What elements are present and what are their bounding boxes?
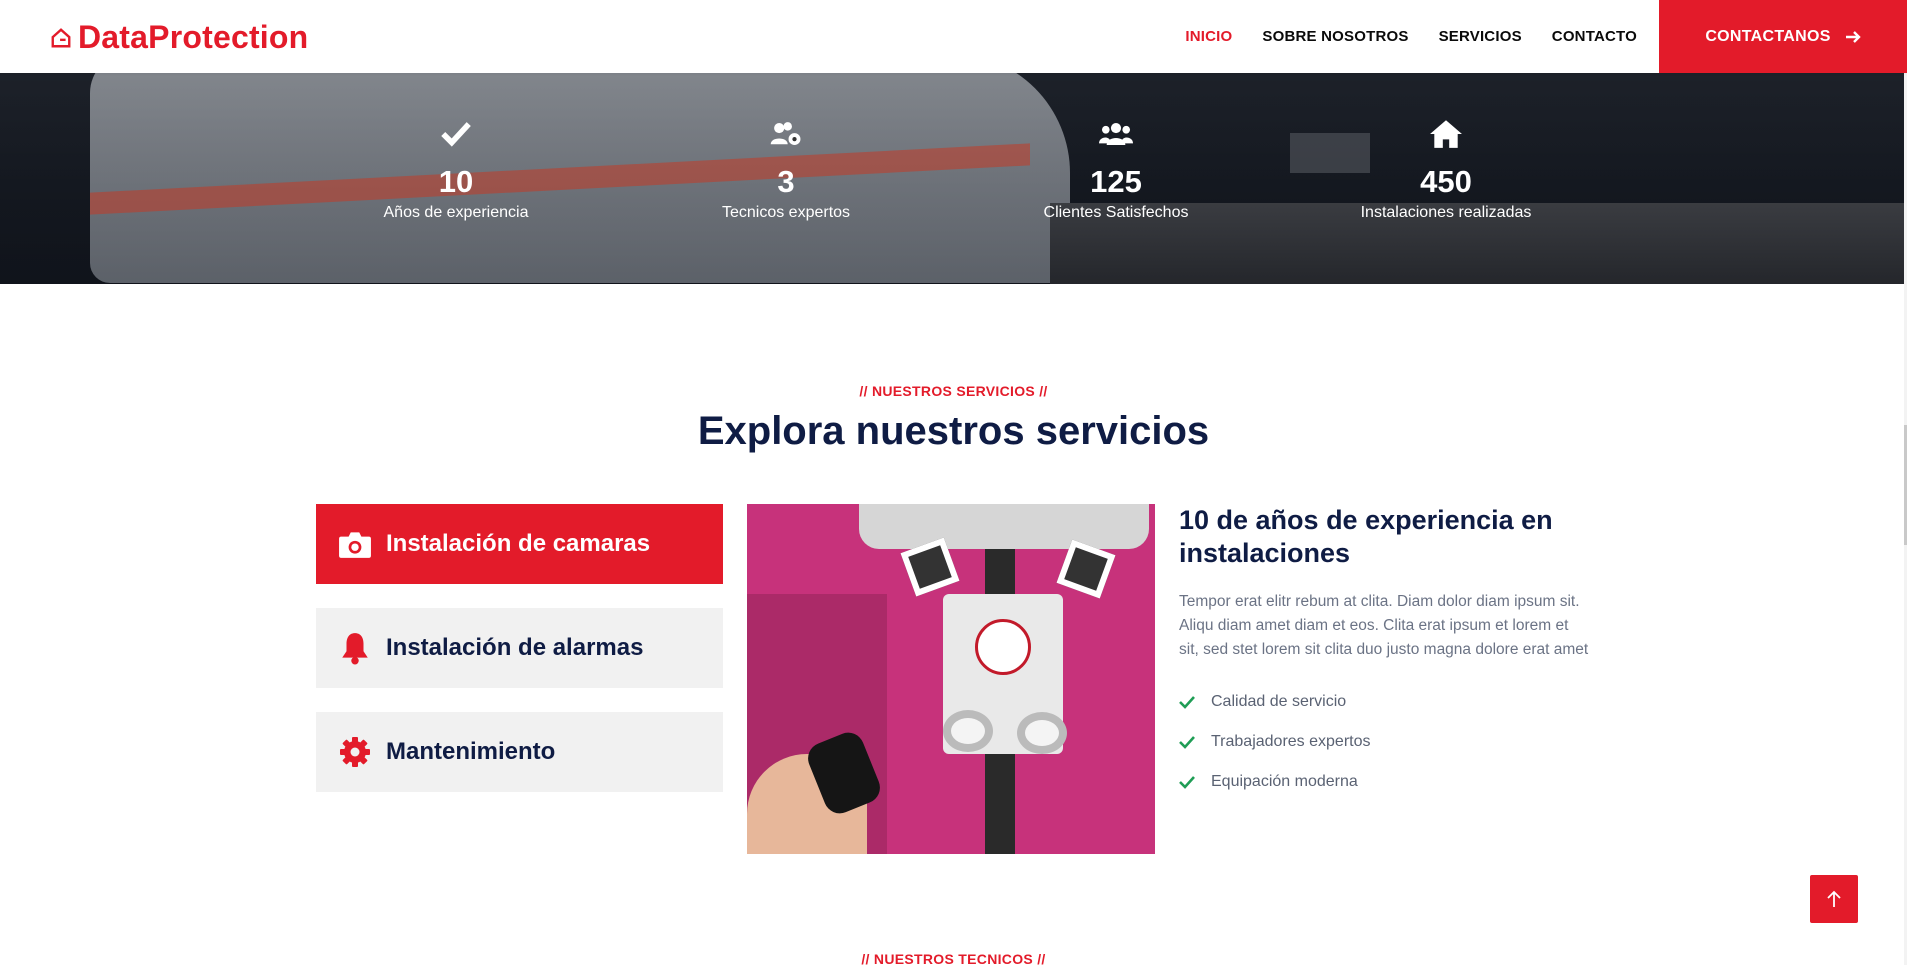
brand-name: DataProtection bbox=[78, 19, 309, 55]
stat-value: 10 bbox=[438, 164, 474, 199]
tab-maintenance[interactable]: Mantenimiento bbox=[316, 712, 723, 792]
tab-alarm-installation[interactable]: Instalación de alarmas bbox=[316, 608, 723, 688]
tab-camera-installation[interactable]: Instalación de camaras bbox=[316, 504, 723, 584]
check-icon bbox=[441, 122, 471, 147]
arrow-up-icon bbox=[1827, 890, 1841, 907]
stat-experience: 10 Años de experiencia bbox=[336, 117, 576, 222]
feature-list: Calidad de servicio Trabajadores experto… bbox=[1179, 682, 1589, 802]
tab-label: Instalación de camaras bbox=[386, 530, 651, 557]
stat-clients: 125 Clientes Satisfechos bbox=[996, 117, 1236, 222]
nav-item-servicios[interactable]: SERVICIOS bbox=[1439, 28, 1522, 45]
nav-item-sobre-nosotros[interactable]: SOBRE NOSOTROS bbox=[1262, 28, 1408, 45]
home-logo-icon bbox=[51, 27, 71, 47]
service-detail-title: 10 de años de experiencia en instalacion… bbox=[1179, 505, 1553, 568]
tab-label: Mantenimiento bbox=[386, 738, 556, 765]
arrow-right-icon bbox=[1845, 30, 1861, 43]
stat-label: Clientes Satisfechos bbox=[1043, 204, 1189, 221]
contact-cta-label: CONTACTANOS bbox=[1705, 27, 1831, 45]
check-icon bbox=[1179, 696, 1195, 709]
tab-label: Instalación de alarmas bbox=[386, 634, 644, 661]
stat-technicians: 3 Tecnicos expertos bbox=[666, 117, 906, 222]
services-title: Explora nuestros servicios bbox=[697, 409, 1210, 453]
contact-cta-button[interactable]: CONTACTANOS bbox=[1659, 0, 1907, 73]
camera-icon bbox=[339, 532, 371, 558]
bell-icon bbox=[342, 633, 368, 665]
feature-item: Equipación moderna bbox=[1179, 762, 1589, 802]
check-icon bbox=[1179, 776, 1195, 789]
nav-item-inicio[interactable]: INICIO bbox=[1185, 28, 1232, 45]
service-image-camera bbox=[747, 504, 1155, 854]
stat-value: 3 bbox=[777, 164, 795, 199]
service-detail-text: Tempor erat elitr rebum at clita. Diam d… bbox=[1179, 593, 1589, 658]
service-detail: 10 de años de experiencia en instalacion… bbox=[1179, 504, 1589, 802]
feature-item: Calidad de servicio bbox=[1179, 682, 1589, 722]
stat-value: 450 bbox=[1420, 164, 1472, 199]
users-icon bbox=[1099, 122, 1133, 146]
check-icon bbox=[1179, 736, 1195, 749]
navbar: DataProtection INICIO SOBRE NOSOTROS SER… bbox=[0, 0, 1907, 73]
stat-label: Tecnicos expertos bbox=[721, 204, 851, 221]
gear-icon bbox=[340, 737, 370, 767]
nav-item-contacto[interactable]: CONTACTO bbox=[1552, 28, 1637, 45]
stat-installations: 450 Instalaciones realizadas bbox=[1326, 117, 1566, 222]
home-icon bbox=[1430, 120, 1462, 148]
stat-value: 125 bbox=[1090, 164, 1142, 199]
back-to-top-button[interactable] bbox=[1810, 875, 1858, 923]
brand-logo[interactable]: DataProtection bbox=[50, 19, 308, 56]
services-eyebrow: // NUESTROS SERVICIOS // bbox=[859, 383, 1048, 399]
feature-item: Trabajadores expertos bbox=[1179, 722, 1589, 762]
stat-label: Instalaciones realizadas bbox=[1360, 204, 1532, 221]
users-cog-icon bbox=[770, 122, 801, 146]
stat-label: Años de experiencia bbox=[383, 204, 529, 221]
main-nav: INICIO SOBRE NOSOTROS SERVICIOS CONTACTO bbox=[1185, 0, 1637, 73]
stats-banner: 10 Años de experiencia 3 Tecnicos expert… bbox=[0, 73, 1907, 284]
